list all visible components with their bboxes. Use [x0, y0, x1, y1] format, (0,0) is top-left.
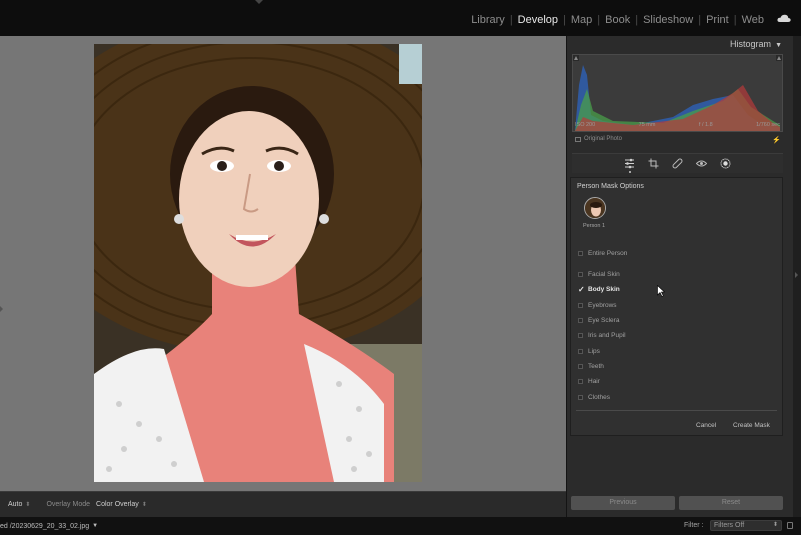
clothes-label: Clothes — [588, 393, 611, 401]
eyebrows-option[interactable]: Eyebrows — [578, 300, 617, 310]
overlay-mode-dropdown[interactable]: Color Overlay ⬍ — [96, 501, 147, 508]
left-panel-toggle-icon[interactable] — [0, 306, 3, 312]
clothes-option[interactable]: Clothes — [578, 392, 610, 402]
tool-strip — [572, 153, 783, 173]
reset-button[interactable]: Reset — [679, 496, 783, 510]
creative-cloud-icon[interactable] — [777, 14, 791, 26]
original-photo-label: Original Photo — [584, 136, 623, 142]
healing-icon[interactable] — [672, 158, 684, 170]
histogram-header[interactable]: Histogram ▼ — [567, 36, 794, 52]
person-1-thumbnail[interactable] — [584, 197, 606, 219]
module-library[interactable]: Library — [466, 14, 510, 26]
image-canvas[interactable] — [0, 36, 566, 491]
facial-skin-option[interactable]: Facial Skin — [578, 269, 620, 279]
iris-pupil-option[interactable]: Iris and Pupil — [578, 330, 626, 340]
checkmark-icon[interactable]: ✓ — [578, 285, 585, 294]
filter-value: Filters Off — [714, 522, 745, 529]
eyebrows-checkbox[interactable] — [578, 302, 583, 308]
iris-pupil-label: Iris and Pupil — [588, 331, 626, 339]
facial-skin-checkbox[interactable] — [578, 271, 583, 277]
photo-frame-icon — [575, 136, 581, 142]
panel-divider — [576, 410, 777, 411]
masking-icon[interactable] — [720, 158, 732, 170]
iris-pupil-checkbox[interactable] — [578, 332, 583, 338]
module-print[interactable]: Print — [701, 14, 734, 26]
eyebrows-label: Eyebrows — [588, 301, 617, 309]
clothes-checkbox[interactable] — [578, 394, 583, 400]
module-develop[interactable]: Develop — [513, 14, 563, 26]
mask-options-title: Person Mask Options — [577, 183, 644, 190]
canvas-toolbar: Auto ⬍ Overlay Mode Color Overlay ⬍ — [0, 491, 566, 517]
histogram-chart[interactable] — [572, 54, 783, 132]
right-panel-edge — [793, 36, 801, 517]
current-filename[interactable]: ed /20230629_20_33_02.jpg — [0, 523, 89, 530]
auto-dropdown[interactable]: Auto ⬍ — [8, 501, 30, 508]
entire-person-checkbox[interactable] — [578, 250, 583, 256]
top-panel-toggle-icon[interactable] — [255, 0, 263, 4]
portrait-photo — [94, 44, 422, 482]
crop-icon[interactable] — [648, 158, 660, 170]
histogram-title: Histogram — [730, 39, 772, 49]
chevron-updown-icon: ⬍ — [25, 502, 31, 508]
entire-person-option[interactable]: Entire Person — [578, 248, 627, 258]
module-slideshow[interactable]: Slideshow — [638, 14, 698, 26]
collapse-triangle-icon[interactable]: ▼ — [775, 42, 782, 49]
body-skin-option[interactable]: ✓ Body Skin — [578, 284, 620, 294]
eye-sclera-checkbox[interactable] — [578, 317, 583, 323]
iso-value: ISO 200 — [575, 122, 596, 128]
aperture: f / 1.8 — [698, 122, 713, 128]
right-panel-toggle-icon[interactable] — [795, 272, 798, 278]
previous-button[interactable]: Previous — [571, 496, 675, 510]
flash-icon: ⚡ — [772, 137, 781, 144]
body-skin-label: Body Skin — [588, 285, 620, 293]
filter-dropdown[interactable]: Filters Off ⬍ — [710, 520, 782, 531]
active-tool-indicator — [629, 171, 631, 173]
filmstrip-status-bar: ed /20230629_20_33_02.jpg ▼ Filter : Fil… — [0, 517, 801, 535]
hair-checkbox[interactable] — [578, 378, 583, 384]
chevron-updown-icon: ⬍ — [141, 502, 147, 508]
red-eye-icon[interactable] — [696, 158, 708, 170]
filter-label: Filter : — [684, 522, 704, 529]
histogram-graph — [573, 55, 782, 131]
module-list: Library | Develop | Map | Book | Slidesh… — [466, 14, 791, 26]
teeth-option[interactable]: Teeth — [578, 361, 604, 371]
eye-sclera-option[interactable]: Eye Sclera — [578, 315, 619, 325]
lips-label: Lips — [588, 347, 600, 355]
lips-checkbox[interactable] — [578, 348, 583, 354]
module-book[interactable]: Book — [600, 14, 635, 26]
person-1-label: Person 1 — [583, 223, 606, 229]
teeth-label: Teeth — [588, 362, 604, 370]
module-web[interactable]: Web — [737, 14, 769, 26]
entire-person-label: Entire Person — [588, 249, 628, 257]
overlay-mode-label: Overlay Mode — [46, 501, 91, 508]
person-mask-options-panel: Person Mask Options Person 1 Entire Pers… — [570, 177, 783, 436]
overlay-mode-value: Color Overlay — [96, 501, 139, 508]
edit-sliders-icon[interactable] — [624, 158, 636, 170]
original-photo-toggle[interactable]: Original Photo — [575, 136, 622, 142]
eye-sclera-label: Eye Sclera — [588, 316, 620, 324]
module-map[interactable]: Map — [566, 14, 597, 26]
facial-skin-label: Facial Skin — [588, 270, 620, 278]
create-mask-button[interactable]: Create Mask — [730, 421, 773, 430]
auto-label: Auto — [8, 501, 23, 508]
chevron-down-icon[interactable]: ▼ — [92, 523, 98, 529]
camera-info: ISO 200 75 mm f / 1.8 1/760 sec — [572, 122, 783, 128]
focal-length: 75 mm — [638, 122, 656, 128]
develop-right-panel: Histogram ▼ ISO 200 75 mm f / 1.8 1/760 s… — [566, 36, 793, 517]
hair-label: Hair — [588, 377, 600, 385]
module-picker-bar: Library | Develop | Map | Book | Slidesh… — [0, 0, 801, 36]
shutter-speed: 1/760 sec — [756, 122, 780, 128]
hair-option[interactable]: Hair — [578, 376, 600, 386]
chevron-updown-icon: ⬍ — [772, 522, 778, 528]
lips-option[interactable]: Lips — [578, 346, 600, 356]
cancel-button[interactable]: Cancel — [696, 422, 716, 429]
photo-preview[interactable] — [94, 44, 422, 482]
mouse-cursor-icon — [657, 284, 666, 302]
filter-lock-icon[interactable] — [787, 522, 793, 529]
teeth-checkbox[interactable] — [578, 363, 583, 369]
